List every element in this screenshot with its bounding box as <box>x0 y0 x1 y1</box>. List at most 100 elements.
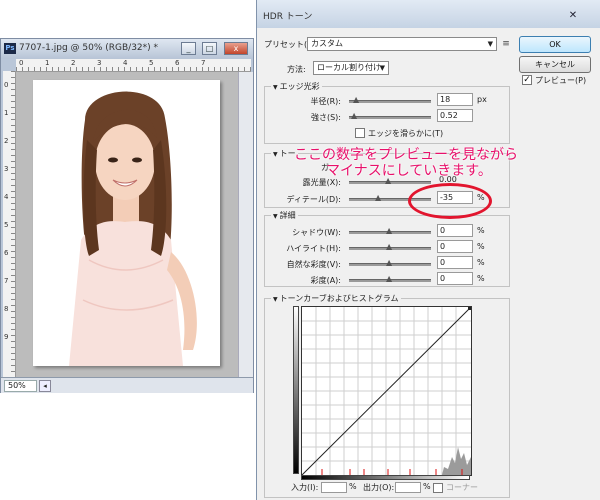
shadow-unit: % <box>477 226 485 235</box>
preset-value: カスタム <box>311 39 343 48</box>
advanced-heading-label: 詳細 <box>279 211 296 220</box>
smooth-edges-checkbox[interactable] <box>355 128 365 138</box>
shadow-slider-thumb[interactable]: ▲ <box>386 227 392 235</box>
dialog-title: HDR トーン <box>263 12 313 22</box>
ruler-number: 2 <box>4 137 9 145</box>
close-icon[interactable]: ✕ <box>567 10 579 22</box>
shadow-field[interactable]: 0 <box>437 224 473 237</box>
highlight-field[interactable]: 0 <box>437 240 473 253</box>
document-title: 7707-1.jpg @ 50% (RGB/32*) * <box>19 43 159 53</box>
vibrance-label: 自然な彩度(V): <box>286 260 341 269</box>
vibrance-field[interactable]: 0 <box>437 256 473 269</box>
vibrance-slider-thumb[interactable]: ▲ <box>386 259 392 267</box>
saturation-field[interactable]: 0 <box>437 272 473 285</box>
radius-row: 半径(R): ▲ 18 px <box>265 93 509 109</box>
ruler-number: 1 <box>45 59 50 67</box>
highlight-unit: % <box>477 242 485 251</box>
ruler-number: 1 <box>4 109 9 117</box>
radius-slider-thumb[interactable]: ▲ <box>353 96 359 104</box>
saturation-slider-thumb[interactable]: ▲ <box>386 275 392 283</box>
edge-glow-heading-label: エッジ光彩 <box>279 82 320 91</box>
ruler-number: 7 <box>201 59 206 67</box>
preview-checkbox[interactable]: ✓ <box>522 75 532 85</box>
saturation-label: 彩度(A): <box>310 276 341 285</box>
close-button[interactable]: x <box>224 42 248 55</box>
input-gradient-bar <box>301 475 470 480</box>
strength-slider-track[interactable] <box>349 116 431 119</box>
vertical-scrollbar[interactable] <box>238 72 253 377</box>
strength-slider-thumb[interactable]: ▲ <box>351 112 357 120</box>
ruler-number: 4 <box>4 193 9 201</box>
portrait-image <box>33 80 220 366</box>
ruler-number: 5 <box>149 59 154 67</box>
tone-curve-graph[interactable] <box>301 306 472 476</box>
document-window[interactable]: Ps 7707-1.jpg @ 50% (RGB/32*) * _ □ x 0 … <box>0 38 254 393</box>
ok-button[interactable]: OK <box>519 36 591 53</box>
input-field[interactable] <box>321 482 347 493</box>
minimize-button[interactable]: _ <box>181 42 196 55</box>
output-field[interactable] <box>395 482 421 493</box>
preset-options-icon[interactable]: ≡ <box>500 38 512 50</box>
dialog-titlebar[interactable]: HDR トーン ✕ <box>257 0 600 28</box>
ruler-number: 3 <box>97 59 102 67</box>
edge-glow-heading[interactable]: ▼ エッジ光彩 <box>271 81 322 92</box>
strength-field[interactable]: 0.52 <box>437 109 473 122</box>
highlight-row: ハイライト(H): ▲ 0 % <box>265 240 509 256</box>
shadow-row: シャドウ(W): ▲ 0 % <box>265 224 509 240</box>
ruler-number: 0 <box>19 59 24 67</box>
vertical-ruler[interactable]: 0 1 2 3 4 5 6 7 8 9 <box>3 71 16 377</box>
radius-slider-track[interactable] <box>349 100 431 103</box>
detail-label: ディテール(D): <box>286 195 341 204</box>
advanced-heading[interactable]: ▼ 詳細 <box>271 210 298 221</box>
ruler-number: 7 <box>4 277 9 285</box>
saturation-row: 彩度(A): ▲ 0 % <box>265 272 509 288</box>
vibrance-row: 自然な彩度(V): ▲ 0 % <box>265 256 509 272</box>
document-titlebar[interactable]: Ps 7707-1.jpg @ 50% (RGB/32*) * _ □ x <box>1 39 253 59</box>
ruler-number: 2 <box>71 59 76 67</box>
ruler-number: 6 <box>4 249 9 257</box>
collapse-triangle-icon: ▼ <box>273 213 278 220</box>
ruler-number: 3 <box>4 165 9 173</box>
strength-row: 強さ(S): ▲ 0.52 <box>265 109 509 125</box>
ruler-number: 0 <box>4 81 9 89</box>
document-status-bar: 50% ◂ <box>1 377 253 393</box>
method-select[interactable]: ローカル割り付け ▼ <box>313 61 389 75</box>
smooth-edges-label: エッジを滑らかに(T) <box>368 129 444 138</box>
ruler-number: 9 <box>4 333 9 341</box>
corner-checkbox[interactable] <box>433 483 443 493</box>
tone-curve-heading[interactable]: ▼ トーンカーブおよびヒストグラム <box>271 293 401 304</box>
annotation-line-2: マイナスにしていきます。 <box>326 163 492 179</box>
radius-field[interactable]: 18 <box>437 93 473 106</box>
zoom-field[interactable]: 50% <box>4 380 37 392</box>
curve-svg <box>301 306 472 476</box>
chevron-down-icon: ▼ <box>487 40 493 48</box>
detail-slider-thumb[interactable]: ▲ <box>375 194 381 202</box>
strength-label: 強さ(S): <box>310 113 341 122</box>
ruler-number: 6 <box>175 59 180 67</box>
advanced-group: ▼ 詳細 シャドウ(W): ▲ 0 % ハイライト(H): ▲ 0 % 自然な彩度… <box>264 210 510 288</box>
output-percent: % <box>423 482 431 491</box>
hdr-toning-dialog[interactable]: HDR トーン ✕ プリセット(E): カスタム ▼ ≡ OK キャンセル ✓ … <box>256 0 600 500</box>
collapse-triangle-icon: ▼ <box>273 84 278 91</box>
shadow-label: シャドウ(W): <box>292 228 341 237</box>
collapse-triangle-icon: ▼ <box>273 296 278 303</box>
portrait-photo <box>33 80 220 366</box>
vibrance-unit: % <box>477 258 485 267</box>
photoshop-icon: Ps <box>4 43 16 54</box>
canvas-area[interactable] <box>16 72 238 377</box>
saturation-unit: % <box>477 274 485 283</box>
preview-label: プレビュー(P) <box>535 76 587 85</box>
highlight-label: ハイライト(H): <box>286 244 341 253</box>
highlight-slider-thumb[interactable]: ▲ <box>386 243 392 251</box>
cancel-button[interactable]: キャンセル <box>519 56 591 73</box>
corner-label: コーナー <box>446 483 478 492</box>
radius-label: 半径(R): <box>310 97 342 106</box>
input-percent: % <box>349 482 357 491</box>
status-menu-icon[interactable]: ◂ <box>39 380 51 392</box>
method-label: 方法: <box>287 65 306 74</box>
maximize-button[interactable]: □ <box>202 42 217 55</box>
horizontal-ruler[interactable]: 0 1 2 3 4 5 6 7 <box>16 59 251 72</box>
tone-curve-heading-label: トーンカーブおよびヒストグラム <box>279 294 399 303</box>
ruler-number: 5 <box>4 221 9 229</box>
preset-select[interactable]: カスタム ▼ <box>307 37 497 51</box>
